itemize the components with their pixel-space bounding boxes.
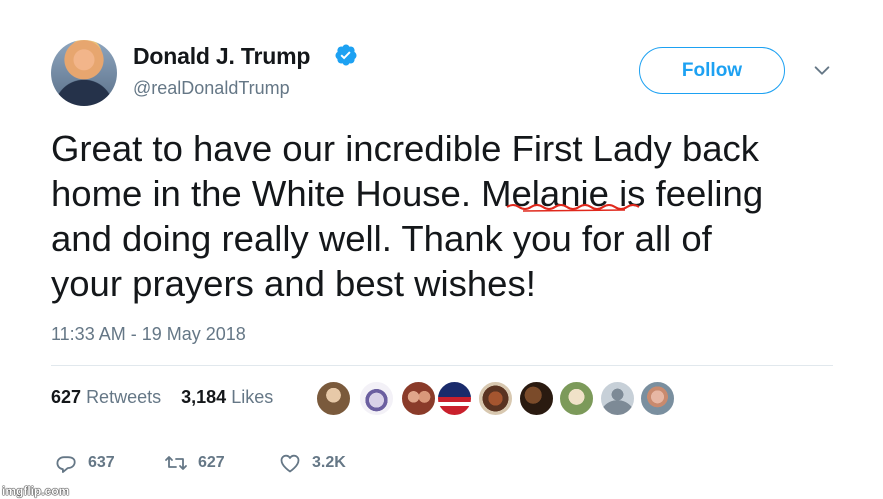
- display-name[interactable]: Donald J. Trump: [133, 43, 310, 70]
- reply-icon: [56, 456, 76, 473]
- likes-count: 3,184: [181, 387, 227, 407]
- liker-avatar[interactable]: [519, 381, 554, 416]
- retweets-count: 627: [51, 387, 82, 407]
- reply-count: 637: [88, 454, 115, 471]
- follow-button[interactable]: Follow: [639, 47, 785, 94]
- liker-avatar[interactable]: [600, 381, 635, 416]
- tweet-line: home in the White House. Melanie is feel…: [51, 173, 764, 214]
- liker-avatar[interactable]: [316, 381, 351, 416]
- chevron-down-icon[interactable]: [811, 60, 833, 82]
- tweet-line: and doing really well. Thank you for all…: [51, 218, 712, 259]
- liker-avatar[interactable]: [640, 381, 675, 416]
- like-count: 3.2K: [312, 454, 346, 471]
- watermark: imgflip.com: [2, 484, 70, 498]
- liker-avatar[interactable]: [559, 381, 594, 416]
- engagement-stats: 627 Retweets 3,184 Likes: [51, 387, 273, 408]
- retweets-label: Retweets: [86, 387, 162, 407]
- retweet-action[interactable]: 627: [164, 451, 225, 475]
- verified-badge-icon: [335, 44, 357, 66]
- likes-label: Likes: [231, 387, 274, 407]
- reply-action[interactable]: 637: [54, 451, 115, 475]
- liker-avatar[interactable]: [437, 381, 472, 416]
- user-handle[interactable]: @realDonaldTrump: [133, 78, 290, 99]
- spellcheck-underline: [506, 204, 640, 212]
- retweet-icon: [165, 456, 187, 470]
- likes-stat[interactable]: 3,184 Likes: [181, 387, 273, 407]
- tweet-text: Great to have our incredible First Lady …: [51, 126, 831, 306]
- profile-avatar[interactable]: [51, 40, 117, 106]
- tweet-line: Great to have our incredible First Lady …: [51, 128, 760, 169]
- retweet-count: 627: [198, 454, 225, 471]
- like-icon: [280, 454, 300, 473]
- liker-avatar[interactable]: [478, 381, 513, 416]
- like-action[interactable]: 3.2K: [278, 451, 346, 475]
- tweet-line: your prayers and best wishes!: [51, 263, 536, 304]
- liker-avatar[interactable]: [359, 381, 394, 416]
- divider: [51, 365, 833, 366]
- liker-avatar[interactable]: [401, 381, 436, 416]
- retweets-stat[interactable]: 627 Retweets: [51, 387, 161, 407]
- tweet-timestamp[interactable]: 11:33 AM - 19 May 2018: [51, 324, 246, 345]
